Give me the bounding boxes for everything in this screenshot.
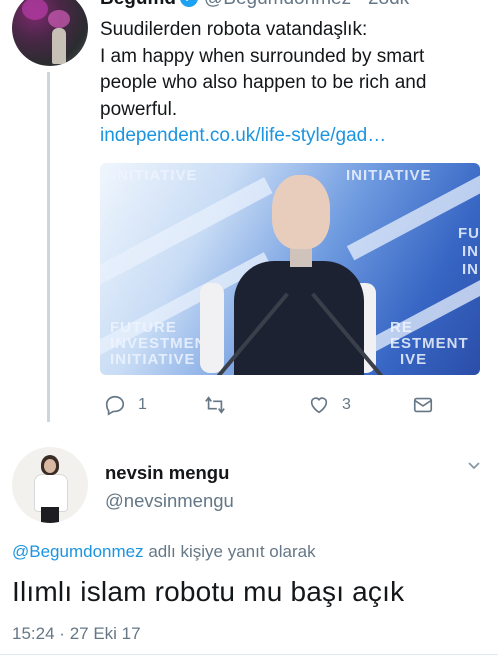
replying-to-handle[interactable]: @Begumdonmez — [12, 542, 144, 561]
reply-handle[interactable]: @nevsinmengu — [105, 490, 234, 512]
media-overlay-text: INITIATIVE — [112, 167, 198, 184]
reply-icon — [105, 395, 125, 416]
like-action[interactable]: 3 — [308, 394, 351, 416]
like-count: 3 — [342, 396, 351, 413]
tweet-line-4: powerful. — [100, 98, 178, 120]
divider — [0, 654, 498, 655]
media-overlay-text: INITIATIVE — [346, 167, 432, 184]
direct-message-icon — [413, 397, 433, 413]
like-icon — [310, 397, 328, 414]
media-overlay-text: RE — [390, 319, 413, 336]
replying-to-line: @Begumdonmez adlı kişiye yanıt olarak — [12, 542, 316, 562]
robot-head — [272, 175, 330, 249]
robot-body — [234, 261, 364, 375]
tweet-line-1: Suudilerden robota vatandaşlık: — [100, 19, 368, 40]
media-overlay-text: ESTMENT — [390, 335, 469, 352]
reply-date: 27 Eki 17 — [69, 624, 141, 643]
tweet-link[interactable]: independent.co.uk/life-style/gad… — [100, 123, 485, 150]
tweet-header: Begumd ✓ @Begumdonmez · 28dk — [100, 0, 409, 10]
tweet-body: Suudilerden robota vatandaşlık: I am hap… — [100, 17, 485, 150]
media-overlay-text: INITIATIVE — [110, 351, 196, 368]
robot-arm-left — [200, 283, 224, 373]
reply-count: 1 — [138, 396, 147, 413]
media-overlay-text: FU — [458, 225, 480, 242]
reply-action[interactable]: 1 — [104, 394, 147, 416]
reply-display-name[interactable]: nevsin mengu — [105, 462, 229, 484]
handle[interactable]: @Begumdonmez — [204, 0, 351, 9]
display-name[interactable]: Begumd — [100, 0, 176, 9]
tweet-line-3: people who also happen to be rich and — [100, 72, 427, 93]
reply-tweet-text: Ilımlı islam robotu mu başı açık — [12, 576, 405, 607]
reply-timestamp[interactable]: 15:24 · 27 Eki 17 — [12, 624, 141, 644]
separator: · — [59, 624, 65, 643]
media-overlay-text: IN — [462, 243, 479, 260]
media-overlay-text: FUTURE — [110, 319, 177, 336]
media-overlay-text: IVE — [400, 351, 428, 368]
avatar-begumd[interactable] — [12, 0, 88, 66]
tweet-line-2: I am happy when surrounded by smart — [100, 45, 425, 67]
timestamp[interactable]: 28dk — [368, 0, 409, 9]
reply-time: 15:24 — [12, 624, 55, 643]
replying-to-suffix: adlı kişiye yanıt olarak — [148, 542, 316, 561]
tweet-media-image[interactable]: INITIATIVE INITIATIVE FUTURE INVESTMENT … — [100, 163, 480, 375]
avatar-nevsinmengu[interactable] — [12, 447, 88, 523]
retweet-icon — [205, 396, 225, 414]
chevron-down-icon[interactable] — [466, 458, 482, 474]
media-overlay-text: IN — [462, 261, 479, 278]
thread-connector-line — [47, 72, 50, 422]
retweet-action[interactable] — [204, 394, 238, 416]
separator: · — [356, 0, 362, 9]
verified-badge-icon: ✓ — [180, 0, 198, 7]
direct-message-action[interactable] — [412, 394, 434, 416]
